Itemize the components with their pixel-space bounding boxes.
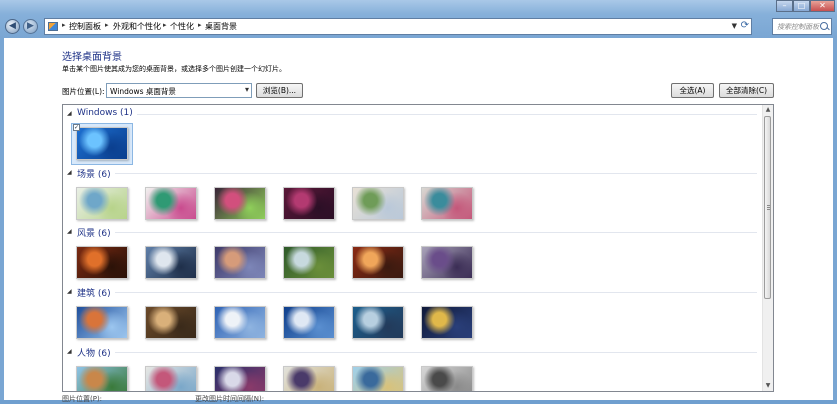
select-all-button[interactable]: 全选(A): [671, 83, 714, 98]
wallpaper-thumbnail-architecture-6[interactable]: [421, 306, 473, 339]
address-bar[interactable]: ▸ 控制面板 ▸ 外观和个性化 ▸ 个性化 ▸ 桌面背景 ▼ ⟳: [44, 18, 752, 35]
chevron-down-icon: ▾: [244, 85, 249, 94]
control-panel-icon: [48, 22, 58, 31]
back-button[interactable]: ◀: [5, 19, 20, 34]
wallpaper-thumbnail-architecture-4[interactable]: [283, 306, 335, 339]
picture-location-select[interactable]: Windows 桌面背景 ▾: [106, 83, 252, 98]
thumbnail-checkbox[interactable]: ✓: [73, 124, 80, 131]
interval-label: 更改图片时间间隔(N):: [195, 395, 265, 403]
collapse-triangle-icon[interactable]: ◢: [67, 110, 72, 117]
group-header[interactable]: ◢ 建筑 (6): [67, 286, 757, 299]
wallpaper-thumbnail-scene-4[interactable]: [283, 187, 335, 220]
close-button[interactable]: ✕: [810, 0, 835, 12]
wallpaper-thumbnail-landscape-4[interactable]: [283, 246, 335, 279]
forward-button[interactable]: ▶: [23, 19, 38, 34]
scroll-down-icon[interactable]: ▼: [763, 381, 773, 391]
collapse-triangle-icon[interactable]: ◢: [67, 288, 72, 295]
wallpaper-thumbnail-windows-7-default[interactable]: [76, 127, 128, 160]
search-box[interactable]: 搜索控制面板: [772, 18, 832, 35]
group-header[interactable]: ◢ Windows (1): [67, 108, 757, 120]
minimize-button[interactable]: –: [776, 0, 793, 12]
breadcrumb-appearance[interactable]: 外观和个性化: [113, 21, 161, 32]
wallpaper-thumbnail-characters-3[interactable]: [214, 366, 266, 391]
refresh-icon[interactable]: ⟳: [741, 20, 749, 31]
wallpaper-thumbnail-scene-5[interactable]: [352, 187, 404, 220]
clear-all-button[interactable]: 全部清除(C): [719, 83, 774, 98]
wallpaper-thumbnail-characters-5[interactable]: [352, 366, 404, 391]
picture-position-label: 图片位置(P):: [62, 395, 103, 403]
group-divider: [137, 114, 757, 115]
group-title: 风景 (6): [77, 229, 111, 239]
page-description: 单击某个图片使其成为您的桌面背景，或选择多个图片创建一个幻灯片。: [62, 65, 286, 73]
wallpaper-thumbnail-characters-4[interactable]: [283, 366, 335, 391]
breadcrumb-desktop-background[interactable]: 桌面背景: [205, 21, 237, 32]
scroll-up-icon[interactable]: ▲: [763, 105, 773, 115]
group-divider: [115, 232, 757, 233]
breadcrumb-separator: ▸: [198, 21, 202, 29]
group-header[interactable]: ◢ 场景 (6): [67, 167, 757, 180]
wallpaper-thumbnail-architecture-3[interactable]: [214, 306, 266, 339]
collapse-triangle-icon[interactable]: ◢: [67, 348, 72, 355]
scrollbar-thumb[interactable]: [764, 116, 771, 299]
address-dropdown-icon[interactable]: ▼: [732, 22, 737, 30]
group-divider: [115, 292, 757, 293]
wallpaper-thumbnail-landscape-3[interactable]: [214, 246, 266, 279]
wallpaper-thumbnail-scene-2[interactable]: [145, 187, 197, 220]
collapse-triangle-icon[interactable]: ◢: [67, 169, 72, 176]
wallpaper-thumbnail-architecture-5[interactable]: [352, 306, 404, 339]
picture-location-label: 图片位置(L):: [62, 87, 105, 96]
group-divider: [115, 173, 757, 174]
vertical-scrollbar[interactable]: ▲ ▼: [762, 105, 773, 391]
browse-button[interactable]: 浏览(B)...: [256, 83, 303, 98]
group-title: 场景 (6): [77, 170, 111, 180]
wallpaper-thumbnail-architecture-1[interactable]: [76, 306, 128, 339]
group-divider: [115, 352, 757, 353]
forward-arrow-icon: ▶: [27, 21, 34, 31]
search-icon[interactable]: [820, 22, 828, 30]
scrollbar-grip: [767, 205, 770, 210]
picture-location-value: Windows 桌面背景: [110, 87, 176, 96]
breadcrumb-personalization[interactable]: 个性化: [170, 21, 194, 32]
back-arrow-icon: ◀: [9, 21, 16, 31]
page-title: 选择桌面背景: [62, 52, 122, 63]
wallpaper-thumbnail-landscape-6[interactable]: [421, 246, 473, 279]
search-placeholder: 搜索控制面板: [777, 23, 819, 31]
wallpaper-thumbnail-landscape-2[interactable]: [145, 246, 197, 279]
wallpaper-thumbnail-characters-1[interactable]: [76, 366, 128, 391]
wallpaper-thumbnail-characters-2[interactable]: [145, 366, 197, 391]
wallpaper-thumbnail-landscape-1[interactable]: [76, 246, 128, 279]
collapse-triangle-icon[interactable]: ◢: [67, 228, 72, 235]
group-title: Windows (1): [77, 108, 133, 118]
breadcrumb-separator: ▸: [105, 21, 109, 29]
wallpaper-thumbnail-architecture-2[interactable]: [145, 306, 197, 339]
group-title: 建筑 (6): [77, 289, 111, 299]
maximize-button[interactable]: □: [793, 0, 810, 12]
wallpaper-thumbnail-scene-1[interactable]: [76, 187, 128, 220]
wallpaper-thumbnail-scene-3[interactable]: [214, 187, 266, 220]
group-header[interactable]: ◢ 人物 (6): [67, 346, 757, 359]
wallpaper-thumbnail-scene-6[interactable]: [421, 187, 473, 220]
picture-list-panel[interactable]: ◢ Windows (1) ✓ ◢ 场景 (6) ◢ 风景 (6) ◢ 建筑 (6) ◢ 人物 (6…: [62, 104, 774, 392]
breadcrumb-separator: ▸: [62, 21, 66, 29]
breadcrumb-control-panel[interactable]: 控制面板: [69, 21, 101, 32]
wallpaper-thumbnail-landscape-5[interactable]: [352, 246, 404, 279]
wallpaper-thumbnail-characters-6[interactable]: [421, 366, 473, 391]
group-header[interactable]: ◢ 风景 (6): [67, 226, 757, 239]
group-title: 人物 (6): [77, 349, 111, 359]
breadcrumb-separator: ▸: [163, 21, 167, 29]
